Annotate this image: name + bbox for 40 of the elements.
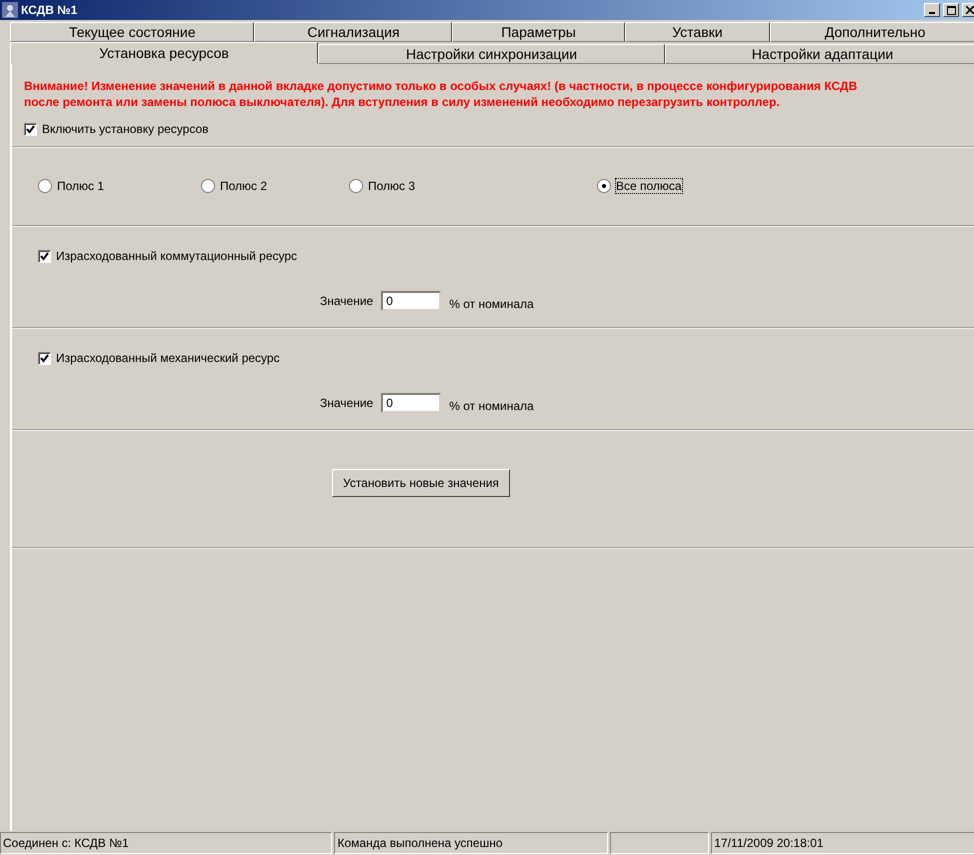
radio-button[interactable]: [349, 179, 363, 193]
radio-button[interactable]: [38, 179, 52, 193]
radio-label: Все полюса: [616, 179, 682, 193]
unit-label: % от номинала: [449, 399, 534, 413]
checkbox-label: Израсходованный коммутационный ресурс: [56, 249, 298, 263]
status-cell: Соединен с: КСДВ №1: [0, 832, 332, 854]
tab[interactable]: Параметры: [452, 22, 625, 42]
value-field[interactable]: 0: [381, 291, 442, 311]
tab[interactable]: Текущее состояние: [10, 22, 254, 42]
tab[interactable]: Настройки адаптации: [664, 44, 974, 64]
maximize-button[interactable]: [943, 3, 959, 17]
minimize-button[interactable]: [924, 3, 940, 17]
tab[interactable]: Настройки синхронизации: [318, 44, 665, 64]
field-label: Значение: [320, 396, 374, 410]
checkbox[interactable]: [38, 250, 51, 262]
radio-label: Полюс 2: [220, 179, 268, 193]
field-label: Значение: [320, 294, 374, 308]
status-cell: Команда выполнена успешно: [334, 832, 608, 854]
window-title: КСДВ №1: [21, 3, 78, 17]
radio-button[interactable]: [201, 179, 215, 193]
tab[interactable]: Установка ресурсов: [10, 42, 318, 64]
radio-label: Полюс 1: [57, 179, 104, 193]
close-button[interactable]: [962, 3, 974, 17]
tab[interactable]: Уставки: [624, 22, 770, 42]
value-field[interactable]: 0: [381, 393, 442, 413]
warning-text: Внимание! Изменение значений в данной вкладке допустимо только в особых случаях! (в частности, в процессе конфигурирования КСДВ после ремонта или замены полюса выключателя). Для вступления в силу изменений необходимо перезагрузить контроллер.: [24, 78, 858, 110]
maximize-icon: [946, 6, 956, 14]
apply-button[interactable]: Установить новые значения: [332, 469, 510, 497]
checkbox[interactable]: [38, 352, 51, 364]
tab[interactable]: Дополнительно: [770, 22, 974, 42]
radio-label: Полюс 3: [368, 179, 416, 193]
checkbox-label: Включить установку ресурсов: [42, 122, 209, 136]
close-icon: [966, 6, 974, 14]
unit-label: % от номинала: [449, 297, 534, 311]
radio-button[interactable]: [597, 179, 611, 193]
status-cell: 17/11/2009 20:18:01: [711, 832, 974, 854]
app-icon: [2, 2, 18, 18]
tab[interactable]: Сигнализация: [254, 22, 452, 42]
checkbox-label: Израсходованный механический ресурс: [56, 351, 280, 365]
checkbox[interactable]: [24, 122, 37, 136]
